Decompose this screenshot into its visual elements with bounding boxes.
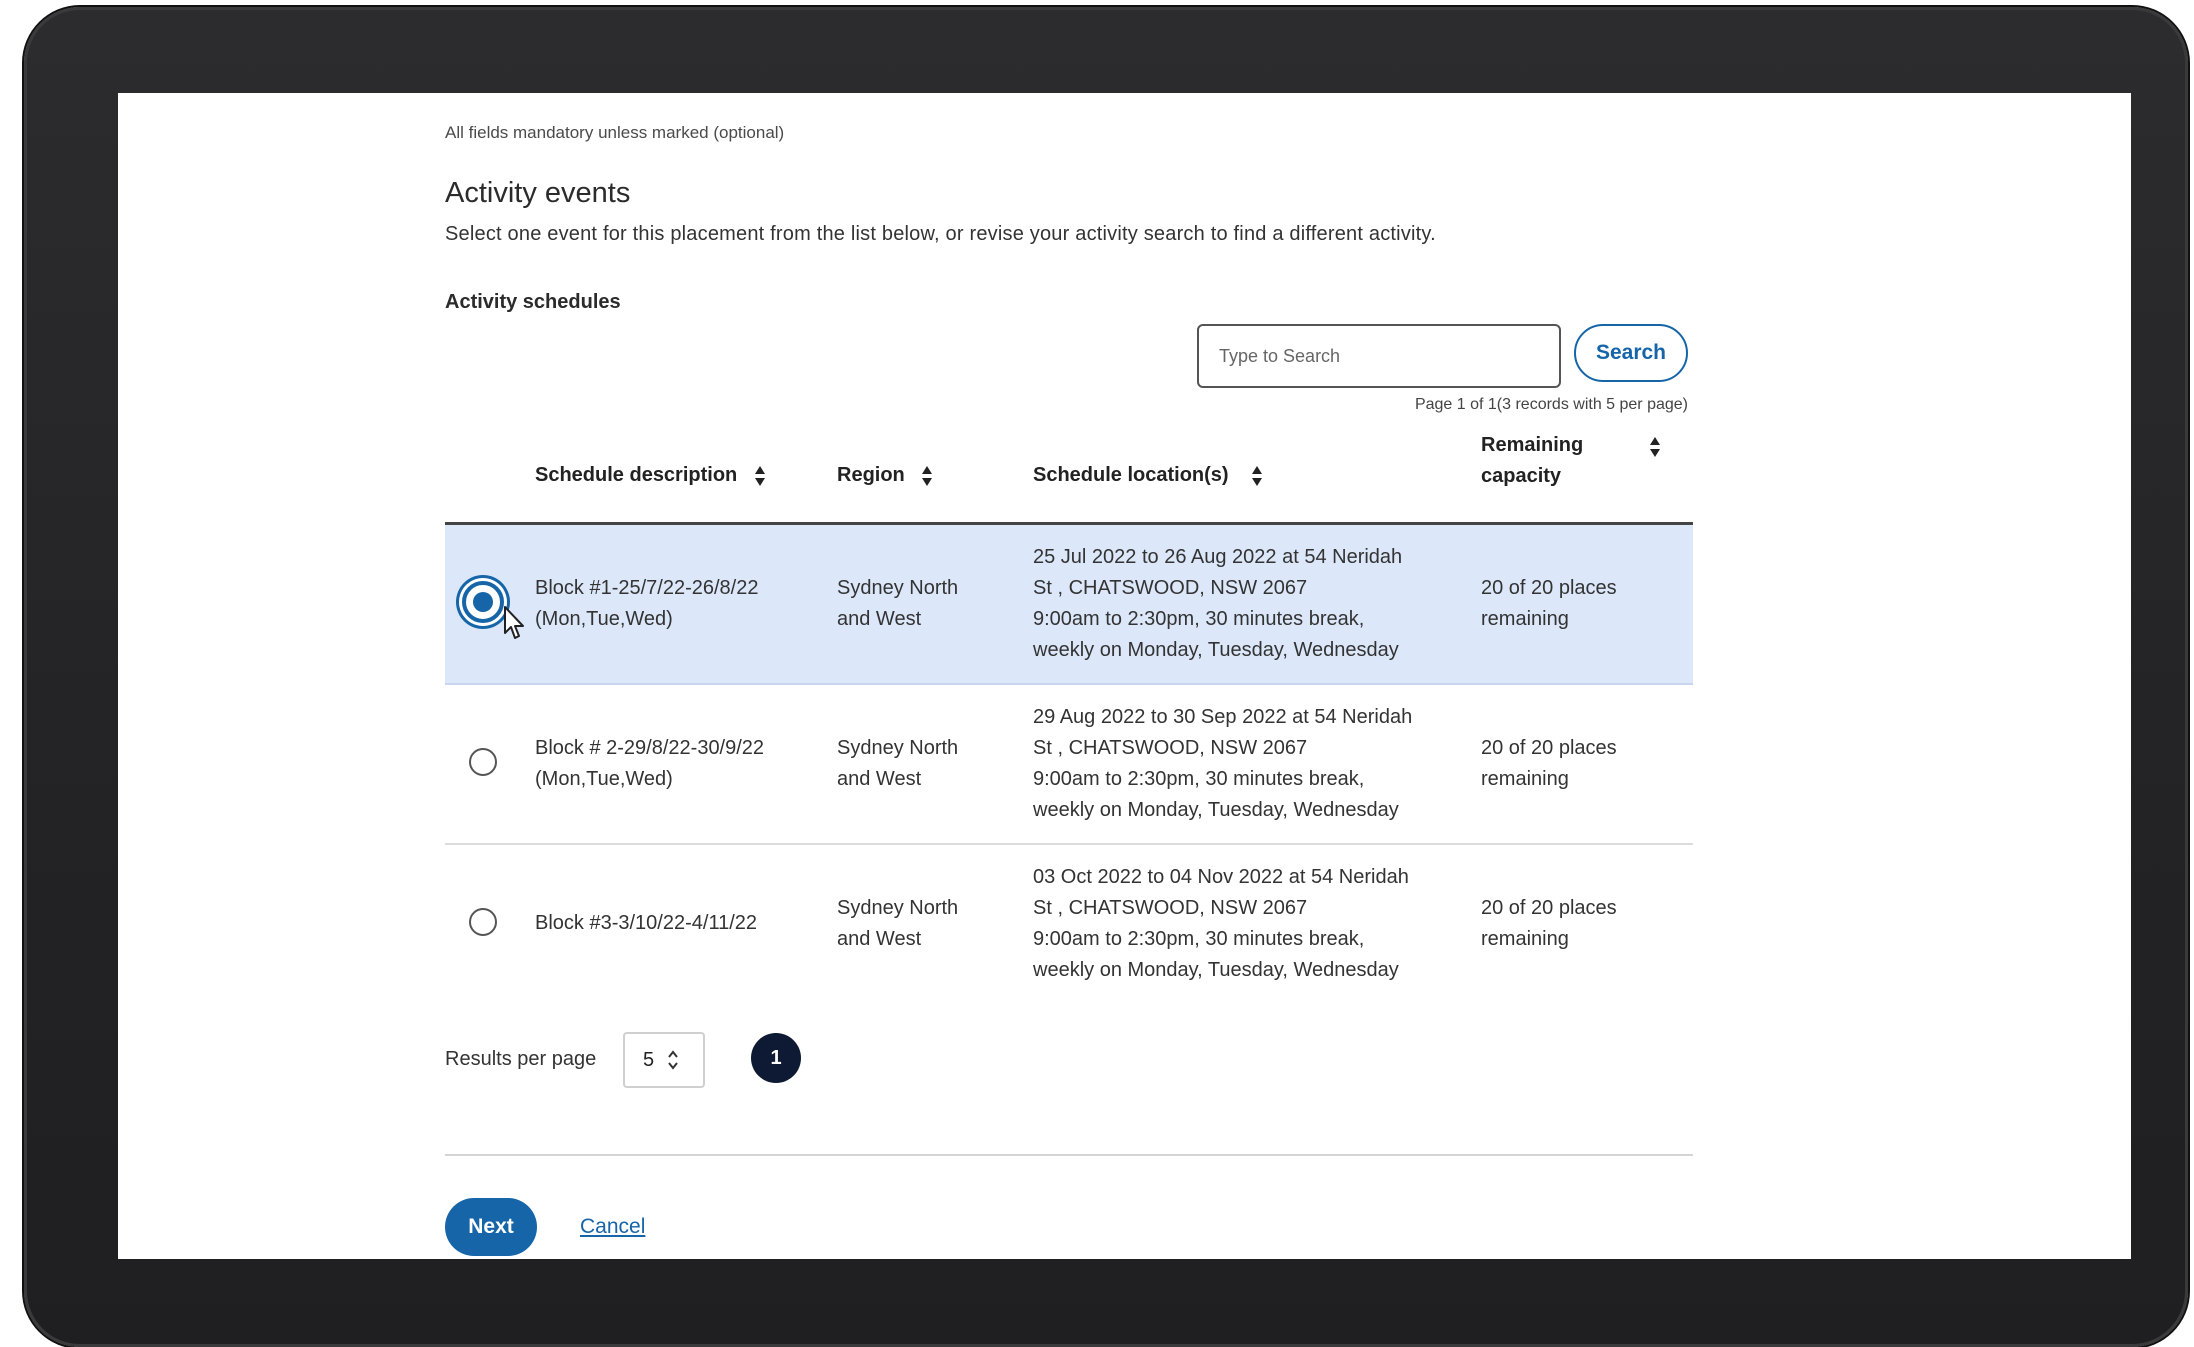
text-line: (Mon,Tue,Wed) xyxy=(535,608,673,630)
text-line: and West xyxy=(837,768,922,790)
select-radio[interactable] xyxy=(469,748,497,776)
text-line: Sydney North xyxy=(837,577,959,599)
text-line: Sydney North xyxy=(837,897,959,919)
mouse-pointer-icon xyxy=(504,606,524,639)
text-line: St , CHATSWOOD, NSW 2067 xyxy=(1033,897,1308,919)
sort-icon[interactable] xyxy=(1251,465,1263,487)
header-region[interactable]: Region xyxy=(837,460,905,491)
remaining-capacity: 20 of 20 places remaining xyxy=(1481,733,1661,795)
text-line: 9:00am to 2:30pm, 30 minutes break, xyxy=(1033,928,1365,950)
schedule-description: Block #1-25/7/22-26/8/22 (Mon,Tue,Wed) xyxy=(535,573,820,635)
next-button[interactable]: Next xyxy=(445,1198,537,1256)
results-per-page-select[interactable]: 5 xyxy=(623,1032,705,1088)
select-radio[interactable] xyxy=(469,908,497,936)
table-row[interactable]: Block #3-3/10/22-4/11/22 Sydney North an… xyxy=(445,845,1693,1003)
text-line: weekly on Monday, Tuesday, Wednesday xyxy=(1033,959,1399,981)
sort-icon[interactable] xyxy=(754,465,766,487)
header-schedule-description[interactable]: Schedule description xyxy=(535,460,737,491)
remaining-capacity: 20 of 20 places remaining xyxy=(1481,573,1661,635)
page-button-current[interactable]: 1 xyxy=(751,1033,801,1083)
region: Sydney North and West xyxy=(837,893,997,955)
header-remaining-capacity[interactable]: Remaining capacity xyxy=(1481,430,1583,492)
divider xyxy=(445,1154,1693,1156)
table-header: Schedule description Region Schedule loc… xyxy=(445,430,1693,525)
intro-text: Select one event for this placement from… xyxy=(445,223,1436,245)
section-label: Activity schedules xyxy=(445,291,621,313)
table-row[interactable]: Block # 2-29/8/22-30/9/22 (Mon,Tue,Wed) … xyxy=(445,685,1693,845)
text-line: 20 of 20 places xyxy=(1481,897,1617,919)
text-line: 03 Oct 2022 to 04 Nov 2022 at 54 Neridah xyxy=(1033,866,1409,888)
schedule-location: 29 Aug 2022 to 30 Sep 2022 at 54 Neridah… xyxy=(1033,702,1463,826)
text-line: Block #1-25/7/22-26/8/22 xyxy=(535,577,759,599)
header-label: Schedule description xyxy=(535,464,738,486)
text-line: remaining xyxy=(1481,608,1569,630)
table-row[interactable]: Block #1-25/7/22-26/8/22 (Mon,Tue,Wed) S… xyxy=(445,525,1693,685)
select-radio[interactable] xyxy=(462,581,504,623)
region: Sydney North and West xyxy=(837,573,997,635)
region: Sydney North and West xyxy=(837,733,997,795)
search-button[interactable]: Search xyxy=(1574,324,1688,382)
header-label: Remaining xyxy=(1481,434,1584,456)
text-line: Sydney North xyxy=(837,737,959,759)
sort-icon[interactable] xyxy=(1649,436,1661,458)
remaining-capacity: 20 of 20 places remaining xyxy=(1481,893,1661,955)
text-line: 20 of 20 places xyxy=(1481,577,1617,599)
page-title: Activity events xyxy=(445,177,631,209)
chevron-up-down-icon xyxy=(668,1050,678,1070)
results-per-page-value: 5 xyxy=(643,1049,655,1071)
activity-events-form: All fields mandatory unless marked (opti… xyxy=(445,93,1693,1259)
text-line: weekly on Monday, Tuesday, Wednesday xyxy=(1033,799,1399,821)
device-frame: All fields mandatory unless marked (opti… xyxy=(24,7,2188,1347)
cancel-link[interactable]: Cancel xyxy=(580,1215,645,1239)
text-line: Block #3-3/10/22-4/11/22 xyxy=(535,912,758,934)
schedules-table: Schedule description Region Schedule loc… xyxy=(445,430,1693,1003)
header-schedule-location[interactable]: Schedule location(s) xyxy=(1033,460,1229,491)
header-label: Schedule location(s) xyxy=(1033,464,1229,486)
text-line: and West xyxy=(837,928,922,950)
header-label: capacity xyxy=(1481,465,1562,487)
text-line: remaining xyxy=(1481,928,1569,950)
text-line: (Mon,Tue,Wed) xyxy=(535,768,673,790)
text-line: remaining xyxy=(1481,768,1569,790)
text-line: 9:00am to 2:30pm, 30 minutes break, xyxy=(1033,768,1365,790)
mandatory-note: All fields mandatory unless marked (opti… xyxy=(445,123,785,142)
schedule-location: 25 Jul 2022 to 26 Aug 2022 at 54 Neridah… xyxy=(1033,542,1463,666)
text-line: St , CHATSWOOD, NSW 2067 xyxy=(1033,577,1308,599)
schedule-description: Block #3-3/10/22-4/11/22 xyxy=(535,908,820,939)
text-line: 29 Aug 2022 to 30 Sep 2022 at 54 Neridah xyxy=(1033,706,1413,728)
text-line: 9:00am to 2:30pm, 30 minutes break, xyxy=(1033,608,1365,630)
results-per-page-label: Results per page xyxy=(445,1048,597,1070)
text-line: 20 of 20 places xyxy=(1481,737,1617,759)
screen: All fields mandatory unless marked (opti… xyxy=(118,93,2131,1259)
header-label: Region xyxy=(837,464,905,486)
text-line: and West xyxy=(837,608,922,630)
page-info: Page 1 of 1(3 records with 5 per page) xyxy=(1414,396,1688,413)
search-input[interactable] xyxy=(1197,324,1561,388)
text-line: Block # 2-29/8/22-30/9/22 xyxy=(535,737,765,759)
text-line: 25 Jul 2022 to 26 Aug 2022 at 54 Neridah xyxy=(1033,546,1403,568)
schedule-description: Block # 2-29/8/22-30/9/22 (Mon,Tue,Wed) xyxy=(535,733,820,795)
text-line: weekly on Monday, Tuesday, Wednesday xyxy=(1033,639,1399,661)
schedule-location: 03 Oct 2022 to 04 Nov 2022 at 54 Neridah… xyxy=(1033,862,1463,986)
text-line: St , CHATSWOOD, NSW 2067 xyxy=(1033,737,1308,759)
sort-icon[interactable] xyxy=(921,465,933,487)
